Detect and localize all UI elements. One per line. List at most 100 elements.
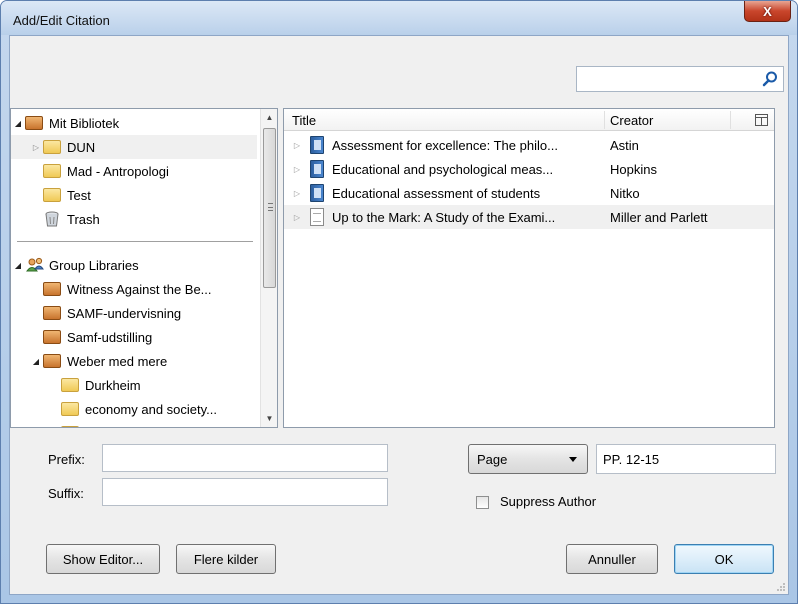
scrollbar-thumb[interactable] <box>263 128 276 288</box>
search-icon[interactable] <box>761 70 779 88</box>
folder-icon <box>43 140 61 154</box>
item-creator: Miller and Parlett <box>610 209 708 225</box>
prefix-label: Prefix: <box>48 452 85 467</box>
tree-item-group-libraries[interactable]: ◢ Group Libraries <box>11 253 257 277</box>
column-header-creator[interactable]: Creator <box>610 113 653 128</box>
tree-item-label: Durkheim <box>85 377 141 393</box>
tree-item-label: DUN <box>67 139 96 155</box>
tree-item-group[interactable]: ◢ Weber med mere <box>11 349 257 373</box>
tree-item-label: Samf-udstilling <box>67 329 153 345</box>
tree-scrollbar[interactable]: ▲ ▼ <box>260 109 277 427</box>
tree-item-subfolder-partial[interactable] <box>11 421 257 427</box>
collapsed-triangle-icon[interactable]: ▷ <box>290 186 304 200</box>
tree-item-label: Mad - Antropologi <box>67 163 169 179</box>
tree-item-label: Group Libraries <box>49 257 139 273</box>
chevron-down-icon <box>569 457 577 462</box>
tree-item-label: Trash <box>67 211 100 227</box>
item-title: Assessment for excellence: The philo... <box>332 137 558 153</box>
tree-item-label: economy and society... <box>85 401 217 417</box>
item-row[interactable]: ▷ Assessment for excellence: The philo..… <box>284 133 774 157</box>
trash-icon <box>45 211 59 227</box>
item-title: Up to the Mark: A Study of the Exami... <box>332 209 556 225</box>
item-row[interactable]: ▷ Educational assessment of students Nit… <box>284 181 774 205</box>
column-separator[interactable] <box>604 111 605 129</box>
tree-item-group[interactable]: SAMF-undervisning <box>11 301 257 325</box>
tree-divider <box>17 241 253 242</box>
library-icon <box>25 116 43 130</box>
tree-item-mit-bibliotek[interactable]: ◢ Mit Bibliotek <box>11 111 257 135</box>
collapsed-triangle-icon[interactable]: ▷ <box>290 162 304 176</box>
group-library-icon <box>43 306 61 320</box>
tree-item-label: SAMF-undervisning <box>67 305 182 321</box>
group-users-icon <box>26 257 44 272</box>
tree-item-label: Test <box>67 187 91 203</box>
tree-item-mad-antropologi[interactable]: Mad - Antropologi <box>11 159 257 183</box>
folder-icon <box>43 164 61 178</box>
column-header-title[interactable]: Title <box>292 113 316 128</box>
flere-kilder-button[interactable]: Flere kilder <box>176 544 276 574</box>
group-library-icon <box>43 354 61 368</box>
dialog-body: ◢ Mit Bibliotek ▷ DUN Mad - Antropologi … <box>9 35 789 595</box>
tree-item-label: Witness Against the Be... <box>67 281 212 297</box>
column-separator[interactable] <box>730 111 731 129</box>
expanded-triangle-icon[interactable]: ◢ <box>11 116 25 130</box>
item-creator: Hopkins <box>610 161 657 177</box>
document-icon <box>310 208 324 226</box>
expanded-triangle-icon[interactable]: ◢ <box>11 258 25 272</box>
collection-tree: ◢ Mit Bibliotek ▷ DUN Mad - Antropologi … <box>10 108 278 428</box>
tree-item-test[interactable]: Test <box>11 183 257 207</box>
suppress-author-checkbox[interactable] <box>476 496 489 509</box>
folder-icon <box>43 188 61 202</box>
suppress-author-label[interactable]: Suppress Author <box>500 494 596 509</box>
tree-item-label: Weber med mere <box>67 353 168 369</box>
folder-icon <box>61 378 79 392</box>
book-icon <box>310 184 324 202</box>
scroll-up-icon[interactable]: ▲ <box>261 109 277 126</box>
library-panes: ◢ Mit Bibliotek ▷ DUN Mad - Antropologi … <box>10 108 775 428</box>
collapsed-triangle-icon[interactable]: ▷ <box>29 140 43 154</box>
locator-type-value: Page <box>477 451 508 467</box>
search-input[interactable] <box>579 69 759 89</box>
tree-item-subfolder[interactable]: Durkheim <box>11 373 257 397</box>
collapsed-triangle-icon[interactable]: ▷ <box>290 138 304 152</box>
column-picker-icon[interactable] <box>755 114 768 126</box>
book-icon <box>310 160 324 178</box>
tree-item-subfolder[interactable]: economy and society... <box>11 397 257 421</box>
expanded-triangle-icon[interactable]: ◢ <box>29 354 43 368</box>
tree-item-dun[interactable]: ▷ DUN <box>11 135 257 159</box>
tree-item-trash[interactable]: Trash <box>11 207 257 231</box>
tree-item-group[interactable]: Witness Against the Be... <box>11 277 257 301</box>
folder-icon <box>61 402 79 416</box>
cancel-button[interactable]: Annuller <box>566 544 658 574</box>
item-title: Educational assessment of students <box>332 185 541 201</box>
locator-input[interactable] <box>596 444 776 474</box>
show-editor-button[interactable]: Show Editor... <box>46 544 160 574</box>
prefix-input[interactable] <box>102 444 388 472</box>
book-icon <box>310 136 324 154</box>
item-row[interactable]: ▷ Educational and psychological meas... … <box>284 157 774 181</box>
tree-item-group[interactable]: Samf-udstilling <box>11 325 257 349</box>
item-title: Educational and psychological meas... <box>332 161 554 177</box>
item-row-selected[interactable]: ▷ Up to the Mark: A Study of the Exami..… <box>284 205 774 229</box>
title-bar: Add/Edit Citation X <box>1 1 797 35</box>
collapsed-triangle-icon[interactable]: ▷ <box>290 210 304 224</box>
list-header: Title Creator <box>284 109 774 131</box>
scroll-down-icon[interactable]: ▼ <box>261 410 277 427</box>
resize-grip-icon[interactable] <box>776 582 786 592</box>
suffix-input[interactable] <box>102 478 388 506</box>
item-creator: Nitko <box>610 185 640 201</box>
items-list: Title Creator ▷ Assessment for excellenc… <box>283 108 775 428</box>
search-box[interactable] <box>576 66 784 92</box>
ok-button[interactable]: OK <box>674 544 774 574</box>
tree-item-label: Mit Bibliotek <box>49 115 120 131</box>
add-edit-citation-dialog: Add/Edit Citation X ◢ Mit Bibliotek ▷ DU… <box>0 0 798 604</box>
window-title: Add/Edit Citation <box>13 13 110 28</box>
close-button[interactable]: X <box>744 1 791 22</box>
group-library-icon <box>43 330 61 344</box>
close-icon: X <box>763 3 772 19</box>
locator-type-dropdown[interactable]: Page <box>468 444 588 474</box>
folder-icon <box>61 426 79 427</box>
group-library-icon <box>43 282 61 296</box>
suffix-label: Suffix: <box>48 486 84 501</box>
item-creator: Astin <box>610 137 639 153</box>
